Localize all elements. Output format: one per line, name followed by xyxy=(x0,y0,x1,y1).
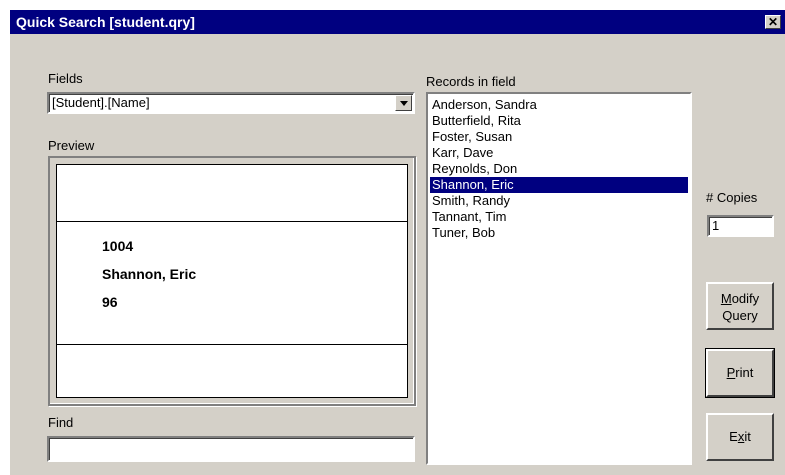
list-item[interactable]: Reynolds, Don xyxy=(430,161,688,177)
copies-label: # Copies xyxy=(706,190,758,205)
close-button[interactable]: ✕ xyxy=(765,15,781,29)
preview-page: 1004 Shannon, Eric 96 xyxy=(56,164,408,398)
preview-line-id: 1004 xyxy=(102,238,134,254)
list-item[interactable]: Smith, Randy xyxy=(430,193,688,209)
print-label: rint xyxy=(735,365,754,380)
title-bar: Quick Search [student.qry] ✕ xyxy=(10,10,785,34)
print-button[interactable]: Print xyxy=(705,348,775,398)
exit-button[interactable]: Exit xyxy=(706,413,774,461)
fields-combobox[interactable]: [Student].[Name] xyxy=(47,92,415,114)
fields-dropdown-button[interactable] xyxy=(395,95,412,111)
preview-record: 1004 Shannon, Eric 96 xyxy=(57,221,407,345)
list-item[interactable]: Tuner, Bob xyxy=(430,225,688,241)
preview-line-score: 96 xyxy=(102,294,118,310)
modify-label: odify xyxy=(731,291,760,306)
preview-pane: 1004 Shannon, Eric 96 xyxy=(48,156,416,406)
records-label: Records in field xyxy=(426,74,516,89)
quick-search-dialog: Quick Search [student.qry] ✕ Fields [Stu… xyxy=(10,10,785,475)
print-mnemonic: P xyxy=(726,365,736,380)
list-item[interactable]: Anderson, Sandra xyxy=(430,97,688,113)
records-listbox[interactable]: Anderson, Sandra Butterfield, Rita Foste… xyxy=(426,92,692,465)
copies-value: 1 xyxy=(712,218,720,233)
list-item[interactable]: Butterfield, Rita xyxy=(430,113,688,129)
fields-label: Fields xyxy=(48,71,83,86)
query-label: Query xyxy=(722,308,758,323)
list-item[interactable]: Foster, Susan xyxy=(430,129,688,145)
exit-label-end: it xyxy=(744,429,751,444)
find-input[interactable] xyxy=(47,436,415,462)
preview-line-name: Shannon, Eric xyxy=(102,266,197,282)
copies-input[interactable]: 1 xyxy=(707,215,774,237)
list-item-selected[interactable]: Shannon, Eric xyxy=(430,177,688,193)
modify-query-button[interactable]: Modify Query xyxy=(706,282,774,330)
list-item[interactable]: Tannant, Tim xyxy=(430,209,688,225)
modify-mnemonic: M xyxy=(720,291,732,306)
find-label: Find xyxy=(48,415,74,430)
chevron-down-icon xyxy=(400,101,408,106)
list-item[interactable]: Karr, Dave xyxy=(430,145,688,161)
window-title: Quick Search [student.qry] xyxy=(16,14,195,30)
fields-selected-value: [Student].[Name] xyxy=(52,95,150,110)
preview-label: Preview xyxy=(48,138,95,153)
exit-label-start: E xyxy=(729,429,738,444)
